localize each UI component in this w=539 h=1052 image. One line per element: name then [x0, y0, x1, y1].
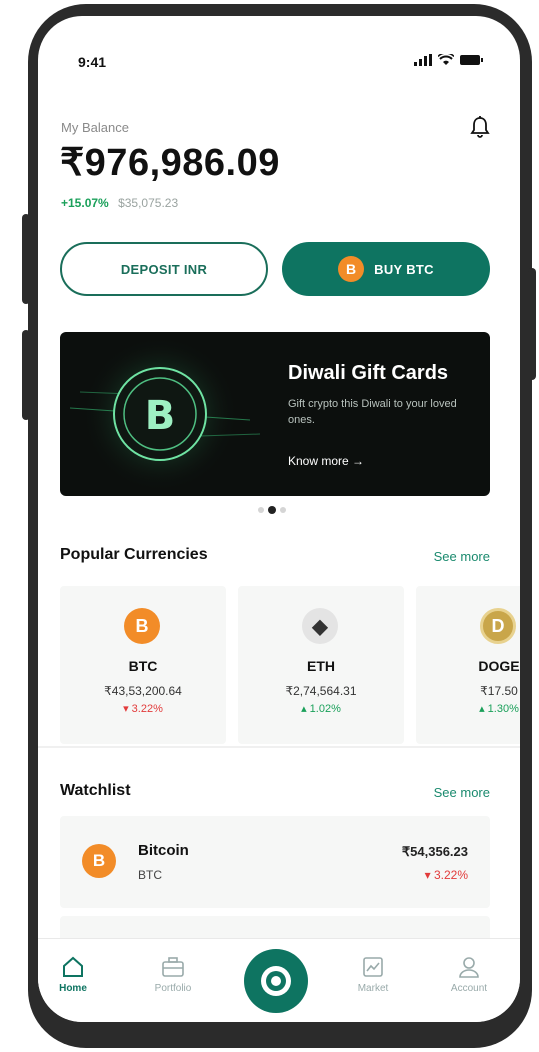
- svg-text:B: B: [145, 393, 176, 439]
- portfolio-icon: [162, 957, 184, 977]
- account-icon: [459, 957, 479, 978]
- bitcoin-coin-illustration: B: [69, 336, 261, 492]
- watchlist-coin-code: BTC: [138, 868, 162, 882]
- volume-down-button: [22, 330, 30, 420]
- popular-currencies-carousel[interactable]: B BTC ₹43,53,200.64 ▾ 3.22% ◆ ETH ₹2,74,…: [60, 586, 520, 744]
- watchlist-row-bitcoin[interactable]: B Bitcoin BTC ₹54,356.23 ▾ 3.22%: [60, 816, 490, 908]
- banner-title: Diwali Gift Cards: [288, 362, 449, 384]
- home-icon: [63, 956, 83, 977]
- currency-price: ₹2,74,564.31: [285, 684, 357, 698]
- ethereum-icon: ◆: [302, 608, 338, 644]
- watchlist-coin-price: ₹54,356.23: [401, 844, 468, 859]
- banner-pagination: [258, 506, 286, 514]
- status-time: 9:41: [78, 54, 107, 70]
- battery-icon: [460, 55, 483, 65]
- currency-symbol: DOGE: [478, 658, 520, 674]
- notification-bell-icon[interactable]: [470, 116, 490, 143]
- wifi-icon: [438, 54, 454, 65]
- bitcoin-icon: B: [82, 844, 116, 878]
- app-screen: 9:41 My Balance ₹976,986.09 +15.07% $35,…: [38, 16, 520, 1022]
- currency-symbol: BTC: [128, 658, 158, 674]
- currency-change: ▴ 1.30%: [479, 703, 519, 715]
- watchlist-title: Watchlist: [60, 782, 131, 799]
- balance-label: My Balance: [61, 120, 129, 135]
- market-chart-icon: [363, 957, 383, 977]
- currency-card-doge[interactable]: D DOGE ₹17.50 ▴ 1.30%: [416, 586, 520, 744]
- buy-label: BUY BTC: [374, 261, 434, 277]
- balance-change-amount: $35,075.23: [118, 196, 179, 210]
- balance-change: +15.07% $35,075.23: [61, 196, 178, 210]
- status-icons: [414, 54, 484, 66]
- pagination-dot[interactable]: [258, 507, 264, 513]
- signal-icon: [414, 54, 432, 66]
- currency-card-eth[interactable]: ◆ ETH ₹2,74,564.31 ▴ 1.02%: [238, 586, 404, 744]
- watchlist-see-more-link[interactable]: See more: [434, 785, 490, 800]
- scan-coin-icon: [261, 966, 291, 996]
- tab-portfolio[interactable]: Portfolio: [138, 953, 208, 994]
- balance-change-pct: +15.07%: [61, 196, 109, 210]
- buy-btc-button[interactable]: B BUY BTC: [282, 242, 490, 296]
- section-divider: [38, 746, 520, 748]
- banner-subtitle: Gift crypto this Diwali to your loved on…: [288, 398, 457, 426]
- status-bar: 9:41: [38, 16, 520, 86]
- bitcoin-icon: B: [338, 256, 365, 282]
- tab-label: Home: [59, 983, 87, 994]
- tab-home[interactable]: Home: [38, 953, 108, 994]
- watchlist-coin-change: ▾ 3.22%: [424, 868, 468, 882]
- currency-change: ▴ 1.02%: [301, 703, 341, 715]
- tab-account[interactable]: Account: [434, 953, 504, 994]
- tab-label: Market: [357, 983, 389, 994]
- volume-up-button: [22, 214, 30, 304]
- popular-see-more-link[interactable]: See more: [434, 549, 490, 564]
- tab-label: Account: [450, 983, 488, 994]
- tab-label: Portfolio: [154, 983, 192, 994]
- dogecoin-icon: D: [480, 608, 516, 644]
- scan-coin-button[interactable]: [244, 949, 308, 1013]
- watchlist-coin-name: Bitcoin: [138, 842, 189, 859]
- deposit-label: DEPOSIT INR: [120, 261, 208, 277]
- currency-symbol: ETH: [307, 658, 335, 674]
- currency-card-btc[interactable]: B BTC ₹43,53,200.64 ▾ 3.22%: [60, 586, 226, 744]
- bottom-tab-bar: Home Portfolio Market Account: [38, 938, 520, 1022]
- power-button: [528, 268, 536, 380]
- deposit-inr-button[interactable]: DEPOSIT INR: [60, 242, 268, 296]
- currency-change: ▾ 3.22%: [123, 703, 163, 715]
- banner-know-more-link[interactable]: Know more →: [288, 454, 364, 468]
- promo-banner[interactable]: B Diwali Gift Cards Gift crypto this Diw…: [60, 332, 490, 496]
- tab-market[interactable]: Market: [338, 953, 408, 994]
- balance-value: ₹976,986.09: [60, 142, 280, 184]
- popular-currencies-title: Popular Currencies: [60, 546, 208, 563]
- pagination-dot[interactable]: [280, 507, 286, 513]
- bitcoin-icon: B: [124, 608, 160, 644]
- pagination-dot-active[interactable]: [268, 506, 276, 514]
- currency-price: ₹43,53,200.64: [104, 684, 182, 698]
- currency-price: ₹17.50: [480, 684, 518, 698]
